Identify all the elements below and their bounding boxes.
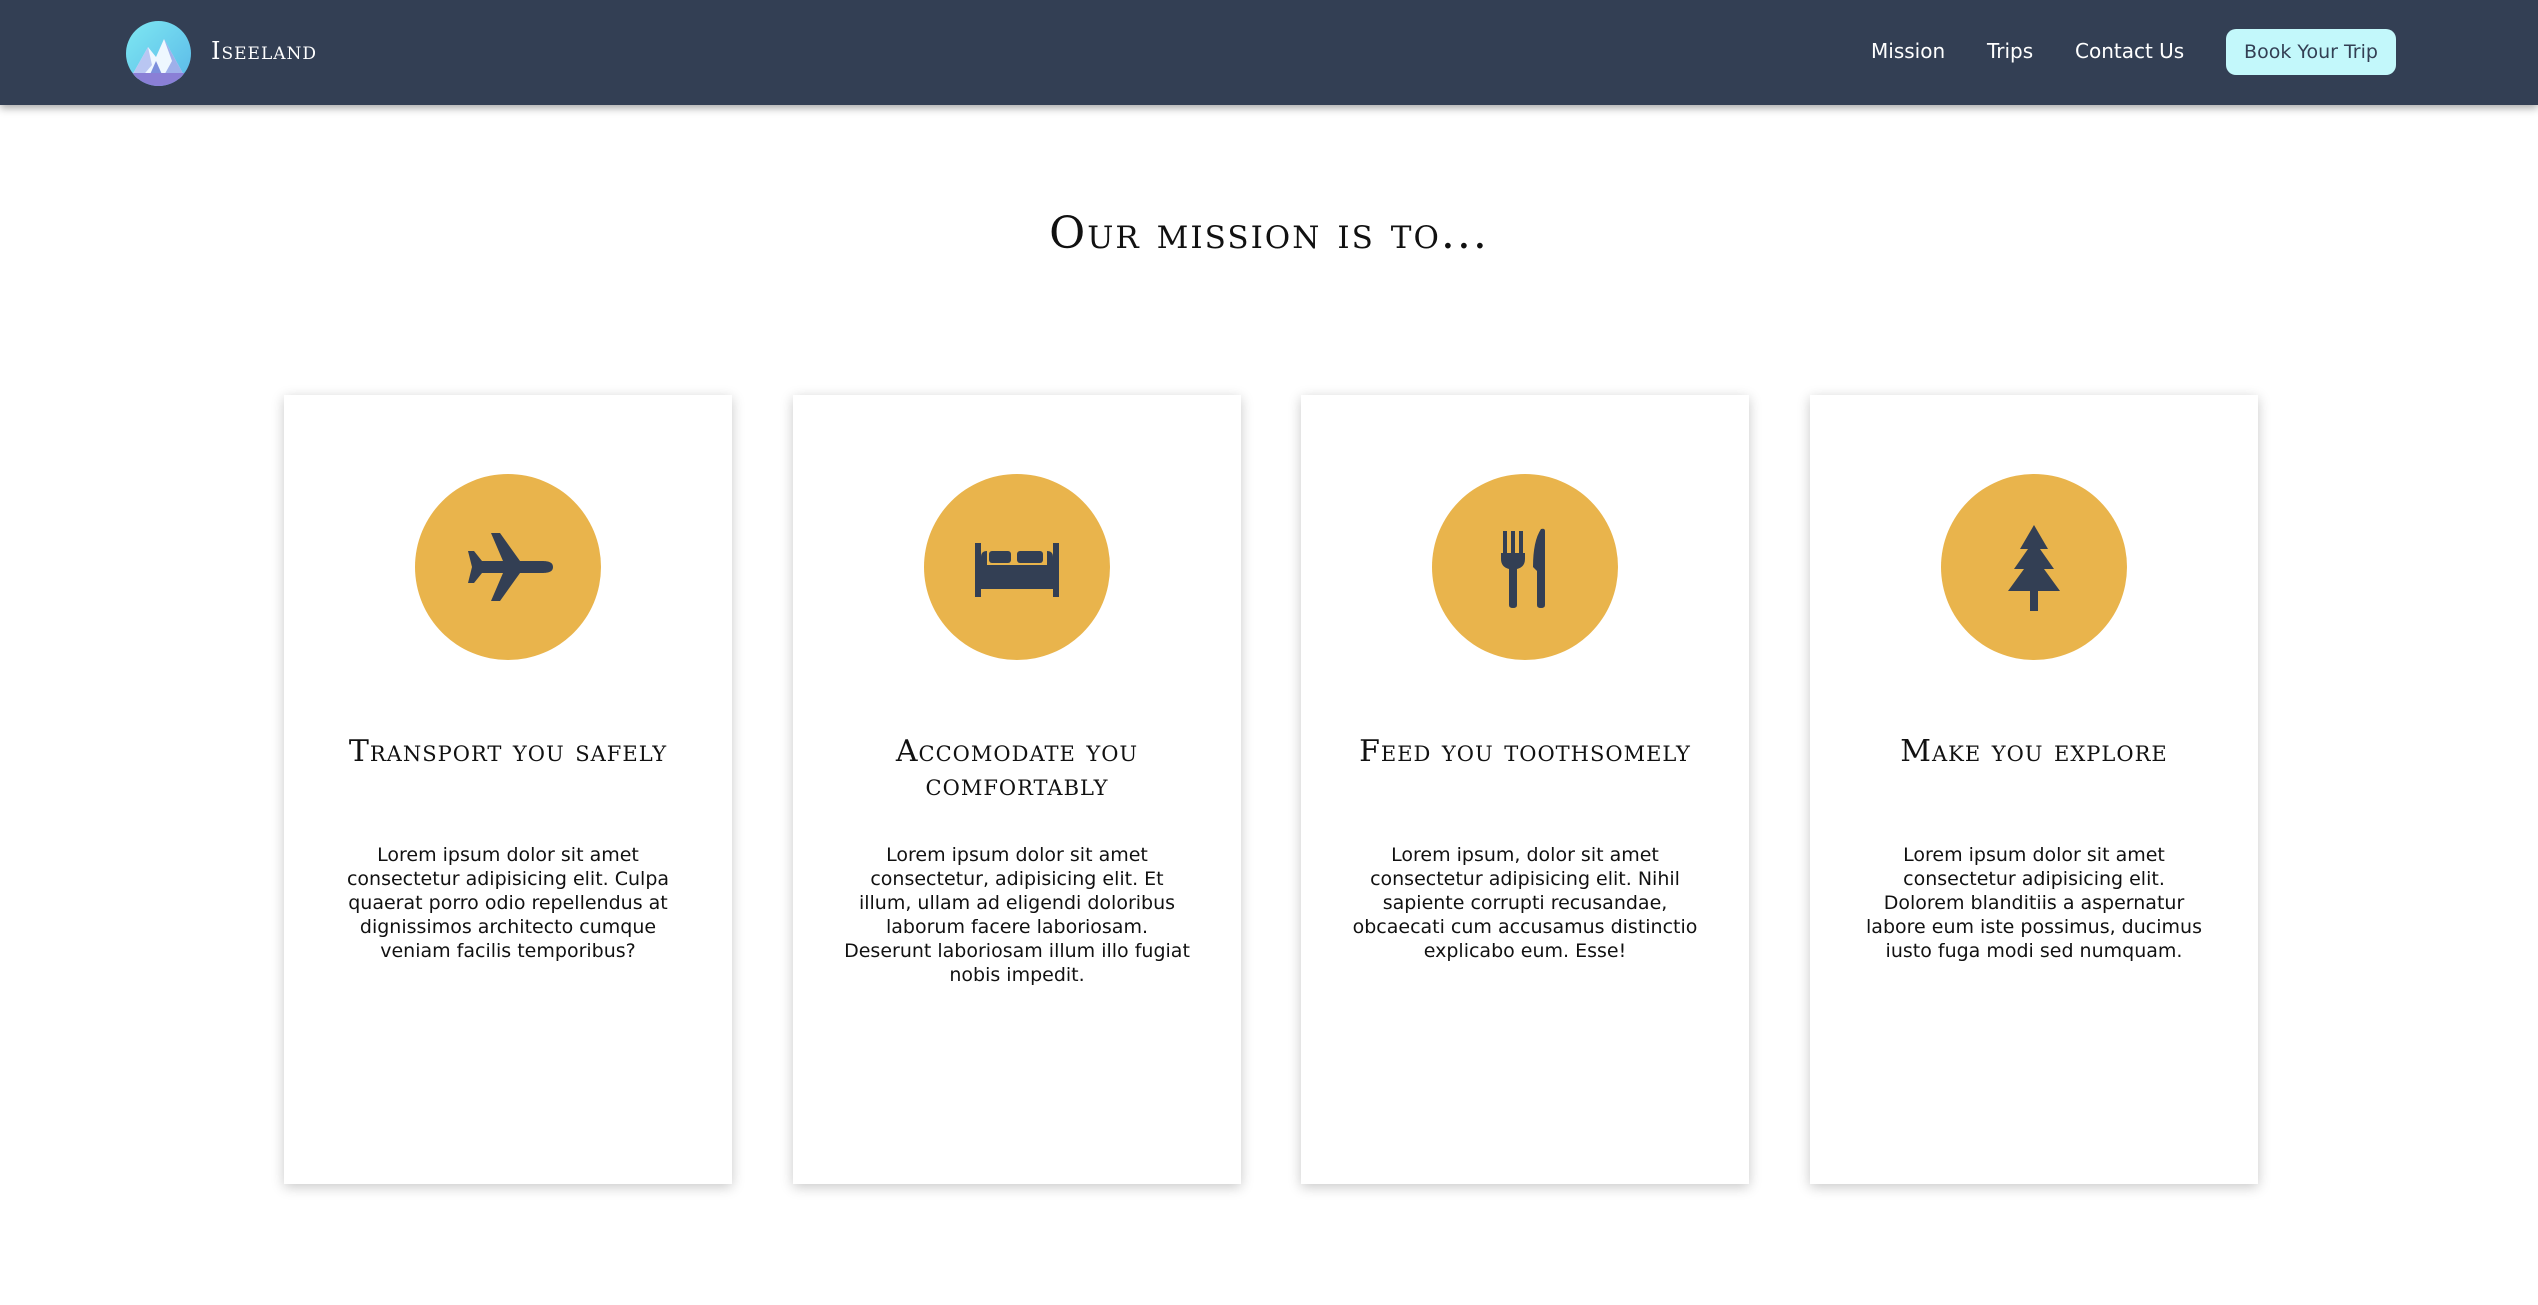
card-title: Accomodate you comfortably (895, 734, 1139, 803)
airplane-icon (468, 533, 553, 601)
navbar: Iseeland Mission Trips Contact Us Book Y… (0, 0, 2538, 105)
card-text: Lorem ipsum dolor sit amet consectetur, … (844, 844, 1190, 986)
brand-name[interactable]: Iseeland (211, 36, 317, 66)
card-text: Lorem ipsum, dolor sit amet consectetur … (1352, 844, 1698, 962)
nav-link-contact[interactable]: Contact Us (2075, 36, 2184, 66)
book-trip-button[interactable]: Book Your Trip (2226, 29, 2396, 75)
mission-card-accommodation: Accomodate you comfortably Lorem ipsum d… (793, 395, 1241, 1184)
fork-knife-icon (1501, 528, 1545, 608)
bed-icon (975, 543, 1059, 597)
card-text: Lorem ipsum dolor sit amet consectetur a… (1866, 844, 2202, 962)
card-title: Make you explore (1900, 734, 2168, 769)
mountain-logo-icon[interactable] (126, 21, 191, 86)
mission-card-food: Feed you toothsomely Lorem ipsum, dolor … (1301, 395, 1749, 1184)
nav-link-mission[interactable]: Mission (1871, 36, 1945, 66)
card-text: Lorem ipsum dolor sit amet consectetur a… (346, 844, 670, 962)
mission-card-transport: Transport you safely Lorem ipsum dolor s… (284, 395, 732, 1184)
card-icon-circle (415, 474, 601, 660)
card-title: Feed you toothsomely (1359, 734, 1691, 769)
mission-card-explore: Make you explore Lorem ipsum dolor sit a… (1810, 395, 2258, 1184)
card-icon-circle (1432, 474, 1618, 660)
card-icon-circle (924, 474, 1110, 660)
mission-title: Our mission is to... (1049, 208, 1489, 259)
nav-link-trips[interactable]: Trips (1987, 36, 2033, 66)
tree-icon (2008, 525, 2060, 611)
card-title: Transport you safely (348, 734, 668, 769)
card-icon-circle (1941, 474, 2127, 660)
